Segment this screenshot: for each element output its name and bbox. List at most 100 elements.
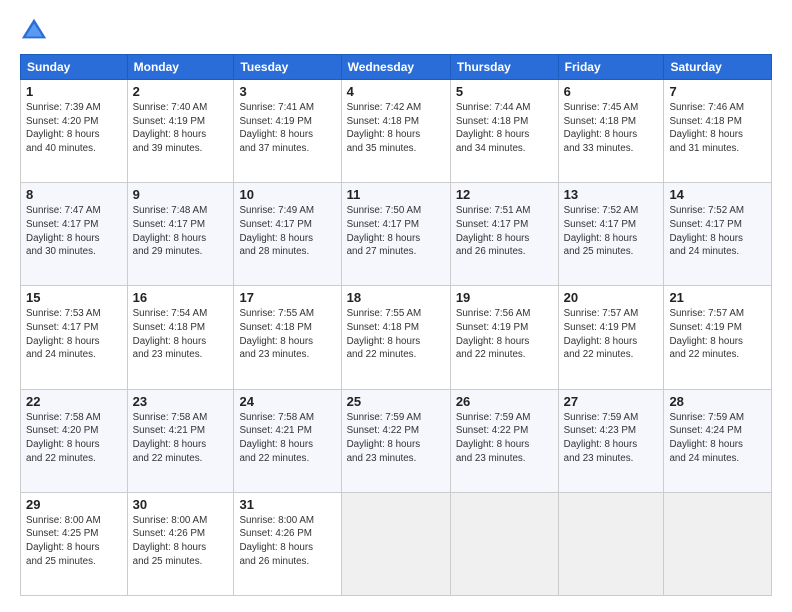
calendar-cell: 19Sunrise: 7:56 AMSunset: 4:19 PMDayligh…	[450, 286, 558, 389]
day-number: 4	[347, 84, 445, 99]
day-info: Sunrise: 7:50 AMSunset: 4:17 PMDaylight:…	[347, 204, 445, 259]
week-row-1: 1Sunrise: 7:39 AMSunset: 4:20 PMDaylight…	[21, 80, 772, 183]
week-row-2: 8 Sunrise: 7:47 AMSunset: 4:17 PMDaylight…	[21, 183, 772, 286]
day-number: 22	[26, 394, 122, 409]
calendar-cell: 8 Sunrise: 7:47 AMSunset: 4:17 PMDaylight…	[21, 183, 128, 286]
day-number: 14	[669, 187, 766, 202]
calendar-cell: 29 Sunrise: 8:00 AMSunset: 4:25 PMDayligh…	[21, 492, 128, 595]
day-number: 15	[26, 290, 122, 305]
day-number: 17	[239, 290, 335, 305]
week-row-4: 22 Sunrise: 7:58 AMSunset: 4:20 PMDayligh…	[21, 389, 772, 492]
day-info: Sunrise: 8:00 AMSunset: 4:26 PMDaylight:…	[239, 514, 335, 569]
calendar-table: SundayMondayTuesdayWednesdayThursdayFrid…	[20, 54, 772, 596]
calendar-cell: 20Sunrise: 7:57 AMSunset: 4:19 PMDayligh…	[558, 286, 664, 389]
calendar-cell: 25 Sunrise: 7:59 AMSunset: 4:22 PMDayligh…	[341, 389, 450, 492]
day-number: 31	[239, 497, 335, 512]
day-info: Sunrise: 7:45 AMSunset: 4:18 PMDaylight:…	[564, 101, 659, 156]
calendar-cell: 14 Sunrise: 7:52 AMSunset: 4:17 PMDayligh…	[664, 183, 772, 286]
calendar-cell: 11 Sunrise: 7:50 AMSunset: 4:17 PMDayligh…	[341, 183, 450, 286]
calendar-cell: 16 Sunrise: 7:54 AMSunset: 4:18 PMDayligh…	[127, 286, 234, 389]
calendar-cell: 9 Sunrise: 7:48 AMSunset: 4:17 PMDaylight…	[127, 183, 234, 286]
day-info: Sunrise: 7:58 AMSunset: 4:21 PMDaylight:…	[133, 411, 229, 466]
day-info: Sunrise: 7:52 AMSunset: 4:17 PMDaylight:…	[564, 204, 659, 259]
calendar-cell: 6 Sunrise: 7:45 AMSunset: 4:18 PMDaylight…	[558, 80, 664, 183]
day-number: 10	[239, 187, 335, 202]
day-info: Sunrise: 7:59 AMSunset: 4:23 PMDaylight:…	[564, 411, 659, 466]
column-header-saturday: Saturday	[664, 55, 772, 80]
day-info: Sunrise: 7:58 AMSunset: 4:20 PMDaylight:…	[26, 411, 122, 466]
day-number: 18	[347, 290, 445, 305]
day-info: Sunrise: 7:51 AMSunset: 4:17 PMDaylight:…	[456, 204, 553, 259]
day-number: 13	[564, 187, 659, 202]
calendar-header-row: SundayMondayTuesdayWednesdayThursdayFrid…	[21, 55, 772, 80]
day-info: Sunrise: 7:52 AMSunset: 4:17 PMDaylight:…	[669, 204, 766, 259]
calendar-cell: 3 Sunrise: 7:41 AMSunset: 4:19 PMDaylight…	[234, 80, 341, 183]
day-number: 8	[26, 187, 122, 202]
day-info: Sunrise: 7:42 AMSunset: 4:18 PMDaylight:…	[347, 101, 445, 156]
column-header-wednesday: Wednesday	[341, 55, 450, 80]
day-number: 5	[456, 84, 553, 99]
calendar-cell: 22 Sunrise: 7:58 AMSunset: 4:20 PMDayligh…	[21, 389, 128, 492]
calendar-cell: 12 Sunrise: 7:51 AMSunset: 4:17 PMDayligh…	[450, 183, 558, 286]
calendar-cell: 15 Sunrise: 7:53 AMSunset: 4:17 PMDayligh…	[21, 286, 128, 389]
calendar-cell: 23Sunrise: 7:58 AMSunset: 4:21 PMDayligh…	[127, 389, 234, 492]
day-number: 21	[669, 290, 766, 305]
calendar-cell: 27Sunrise: 7:59 AMSunset: 4:23 PMDayligh…	[558, 389, 664, 492]
calendar-cell	[664, 492, 772, 595]
calendar-cell: 4 Sunrise: 7:42 AMSunset: 4:18 PMDaylight…	[341, 80, 450, 183]
calendar-cell: 13 Sunrise: 7:52 AMSunset: 4:17 PMDayligh…	[558, 183, 664, 286]
column-header-friday: Friday	[558, 55, 664, 80]
week-row-5: 29 Sunrise: 8:00 AMSunset: 4:25 PMDayligh…	[21, 492, 772, 595]
day-info: Sunrise: 7:48 AMSunset: 4:17 PMDaylight:…	[133, 204, 229, 259]
calendar-cell: 30 Sunrise: 8:00 AMSunset: 4:26 PMDayligh…	[127, 492, 234, 595]
day-info: Sunrise: 7:53 AMSunset: 4:17 PMDaylight:…	[26, 307, 122, 362]
day-number: 30	[133, 497, 229, 512]
page: SundayMondayTuesdayWednesdayThursdayFrid…	[0, 0, 792, 612]
day-number: 7	[669, 84, 766, 99]
day-number: 26	[456, 394, 553, 409]
day-info: Sunrise: 7:57 AMSunset: 4:19 PMDaylight:…	[669, 307, 766, 362]
calendar-cell: 24 Sunrise: 7:58 AMSunset: 4:21 PMDayligh…	[234, 389, 341, 492]
day-info: Sunrise: 7:56 AMSunset: 4:19 PMDaylight:…	[456, 307, 553, 362]
day-number: 2	[133, 84, 229, 99]
day-info: Sunrise: 8:00 AMSunset: 4:26 PMDaylight:…	[133, 514, 229, 569]
day-info: Sunrise: 7:40 AMSunset: 4:19 PMDaylight:…	[133, 101, 229, 156]
day-info: Sunrise: 7:54 AMSunset: 4:18 PMDaylight:…	[133, 307, 229, 362]
logo	[20, 16, 52, 44]
calendar-cell	[450, 492, 558, 595]
day-info: Sunrise: 7:58 AMSunset: 4:21 PMDaylight:…	[239, 411, 335, 466]
day-info: Sunrise: 7:55 AMSunset: 4:18 PMDaylight:…	[347, 307, 445, 362]
day-number: 6	[564, 84, 659, 99]
day-number: 24	[239, 394, 335, 409]
calendar-cell: 5Sunrise: 7:44 AMSunset: 4:18 PMDaylight…	[450, 80, 558, 183]
calendar-cell: 10 Sunrise: 7:49 AMSunset: 4:17 PMDayligh…	[234, 183, 341, 286]
day-number: 20	[564, 290, 659, 305]
day-info: Sunrise: 7:49 AMSunset: 4:17 PMDaylight:…	[239, 204, 335, 259]
calendar-body: 1Sunrise: 7:39 AMSunset: 4:20 PMDaylight…	[21, 80, 772, 596]
calendar-cell: 21 Sunrise: 7:57 AMSunset: 4:19 PMDayligh…	[664, 286, 772, 389]
day-info: Sunrise: 7:59 AMSunset: 4:22 PMDaylight:…	[456, 411, 553, 466]
day-number: 11	[347, 187, 445, 202]
day-number: 9	[133, 187, 229, 202]
column-header-monday: Monday	[127, 55, 234, 80]
day-info: Sunrise: 7:59 AMSunset: 4:22 PMDaylight:…	[347, 411, 445, 466]
calendar-cell: 17 Sunrise: 7:55 AMSunset: 4:18 PMDayligh…	[234, 286, 341, 389]
day-info: Sunrise: 8:00 AMSunset: 4:25 PMDaylight:…	[26, 514, 122, 569]
column-header-tuesday: Tuesday	[234, 55, 341, 80]
day-info: Sunrise: 7:41 AMSunset: 4:19 PMDaylight:…	[239, 101, 335, 156]
day-info: Sunrise: 7:47 AMSunset: 4:17 PMDaylight:…	[26, 204, 122, 259]
calendar-cell	[558, 492, 664, 595]
column-header-sunday: Sunday	[21, 55, 128, 80]
day-number: 16	[133, 290, 229, 305]
calendar-cell: 7 Sunrise: 7:46 AMSunset: 4:18 PMDaylight…	[664, 80, 772, 183]
day-number: 12	[456, 187, 553, 202]
header	[20, 16, 772, 44]
day-info: Sunrise: 7:46 AMSunset: 4:18 PMDaylight:…	[669, 101, 766, 156]
day-info: Sunrise: 7:55 AMSunset: 4:18 PMDaylight:…	[239, 307, 335, 362]
day-number: 3	[239, 84, 335, 99]
day-info: Sunrise: 7:39 AMSunset: 4:20 PMDaylight:…	[26, 101, 122, 156]
day-number: 29	[26, 497, 122, 512]
day-info: Sunrise: 7:59 AMSunset: 4:24 PMDaylight:…	[669, 411, 766, 466]
calendar-cell: 26 Sunrise: 7:59 AMSunset: 4:22 PMDayligh…	[450, 389, 558, 492]
day-number: 25	[347, 394, 445, 409]
